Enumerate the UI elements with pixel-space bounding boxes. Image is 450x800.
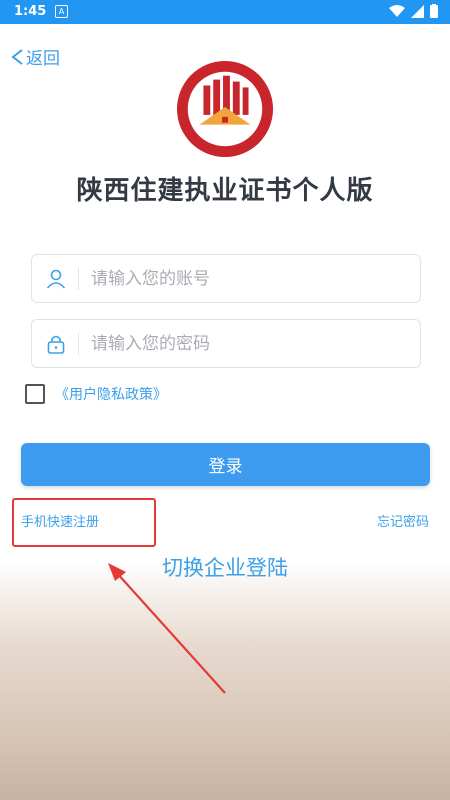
annotation-arrow-icon <box>108 563 226 694</box>
